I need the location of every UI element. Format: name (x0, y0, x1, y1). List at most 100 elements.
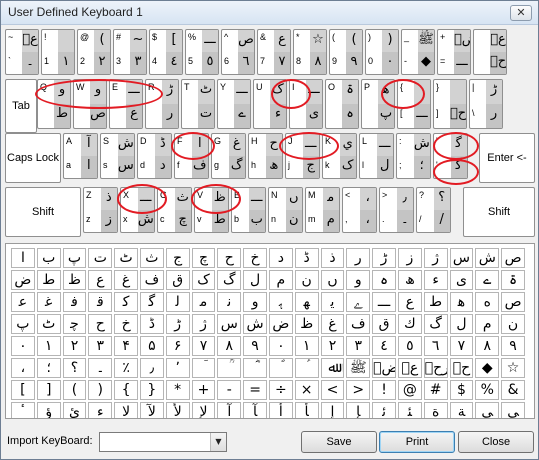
palette-cell[interactable]: ﮨ (268, 292, 293, 312)
palette-cell[interactable]: ؟ (62, 358, 87, 378)
palette-cell[interactable]: ٬ (165, 358, 190, 378)
key-row4-9[interactable]: ? ؟ / / (416, 187, 451, 233)
key-row3-2[interactable]: Dڈdد (137, 133, 172, 179)
palette-cell[interactable]: ۔ (88, 358, 113, 378)
palette-cell[interactable]: ٦ (423, 336, 448, 356)
palette-cell[interactable]: × (294, 380, 319, 400)
key-row4-7[interactable]: < ،, ، (342, 187, 377, 233)
palette-cell[interactable]: ٥ (397, 336, 422, 356)
palette-cell[interactable]: ی (449, 270, 474, 290)
palette-cell[interactable]: > (346, 380, 371, 400)
close-button[interactable]: Close (458, 431, 534, 453)
key-row4-6[interactable]: Mﻣmم (305, 187, 340, 233)
palette-cell[interactable]: ث (139, 248, 164, 268)
palette-cell[interactable]: ﷲ (320, 358, 345, 378)
palette-cell[interactable]: ( (62, 380, 87, 400)
palette-cell[interactable]: ﮒ (423, 314, 448, 334)
palette-cell[interactable]: رضؔ (372, 358, 396, 378)
palette-cell[interactable]: ﺋ (372, 402, 396, 418)
palette-cell[interactable]: ﯾ (320, 292, 345, 312)
palette-cell[interactable]: ق (165, 270, 190, 290)
palette-cell[interactable]: ﻰ (475, 402, 500, 418)
palette-cell[interactable]: ٨ (475, 336, 500, 356)
palette-cell[interactable]: ذ (320, 248, 345, 268)
palette-cell[interactable]: و (346, 270, 371, 290)
palette-cell[interactable]: ا (11, 248, 35, 268)
palette-cell[interactable]: س (449, 248, 474, 268)
palette-cell[interactable]: ﻏ (36, 292, 61, 312)
palette-cell[interactable]: { (114, 380, 138, 400)
palette-cell[interactable]: @ (397, 380, 422, 400)
palette-cell[interactable]: حؒ (449, 358, 474, 378)
palette-cell[interactable]: ﻑ (346, 314, 371, 334)
palette-cell[interactable]: ﻅ (294, 314, 319, 334)
palette-cell[interactable]: ☆ (501, 358, 525, 378)
key-row2-11[interactable]: }] حؒ (433, 79, 467, 129)
palette-cell[interactable]: ٴ (11, 402, 35, 418)
palette-cell[interactable]: ﻲ (501, 402, 525, 418)
palette-cell[interactable]: ﻹ (191, 402, 216, 418)
palette-cell[interactable]: ۳ (88, 336, 113, 356)
palette-cell[interactable]: د (268, 248, 293, 268)
palette-cell[interactable]: ﻝ (449, 314, 474, 334)
palette-cell[interactable]: ﮈ (139, 314, 164, 334)
palette-cell[interactable]: ک (191, 270, 216, 290)
palette-cell[interactable]: ﺹ (501, 292, 525, 312)
key-row1-7[interactable]: & ع 7 ٧ (257, 29, 291, 75)
palette-cell[interactable]: ﺱ (217, 314, 242, 334)
palette-cell[interactable]: ﺄ (294, 402, 319, 418)
palette-cell[interactable]: ٩ (501, 336, 525, 356)
palette-cell[interactable]: ف (139, 270, 164, 290)
palette-cell[interactable]: ﻙ (397, 314, 422, 334)
key-row1-8[interactable]: * ☆ 8 ٨ (293, 29, 327, 75)
palette-cell[interactable]: ڑ (372, 248, 396, 268)
palette-cell[interactable]: م (268, 270, 293, 290)
palette-cell[interactable]: ۃ (501, 270, 525, 290)
key-row1-2[interactable]: @ (2 ٢ (77, 29, 111, 75)
palette-cell[interactable]: ٢ (320, 336, 345, 356)
key-row1-12[interactable]: + رضؔ = ـــ (437, 29, 471, 75)
palette-cell[interactable]: ٤ (372, 336, 396, 356)
palette-cell[interactable]: ﻷ (165, 402, 190, 418)
palette-cell[interactable]: ـــ (372, 292, 396, 312)
palette-cell[interactable]: ﺔ (449, 402, 474, 418)
palette-cell[interactable]: ؐ (268, 358, 293, 378)
palette-cell[interactable]: ص (501, 248, 525, 268)
palette-cell[interactable]: < (320, 380, 345, 400)
palette-cell[interactable]: ﺂ (243, 402, 267, 418)
palette-cell[interactable]: ﻋ (11, 292, 35, 312)
palette-cell[interactable]: ﻕ (372, 314, 396, 334)
palette-cell[interactable]: ج (165, 248, 190, 268)
palette-cell[interactable]: } (139, 380, 164, 400)
palette-cell[interactable]: ہ (372, 270, 396, 290)
palette-cell[interactable]: ﻓ (62, 292, 87, 312)
key-row1-10[interactable]: )) 0 ٠ (365, 29, 399, 75)
palette-cell[interactable]: ڈ (294, 248, 319, 268)
key-row2-5[interactable]: Y ـــ ے (217, 79, 251, 129)
palette-cell[interactable]: ط (36, 270, 61, 290)
palette-cell[interactable]: ﺈ (346, 402, 371, 418)
palette-cell[interactable]: ٹ (114, 248, 138, 268)
enter-key[interactable]: Enter <- (479, 133, 535, 183)
palette-cell[interactable]: ﮐ (114, 292, 138, 312)
palette-cell[interactable]: ۶ (165, 336, 190, 356)
palette-cell[interactable]: ؒ (217, 358, 242, 378)
key-row3-1[interactable]: Sشsس (100, 133, 135, 179)
palette-cell[interactable]: ﻧ (217, 292, 242, 312)
palette-cell[interactable]: ﮔ (139, 292, 164, 312)
palette-cell[interactable]: ٠ (268, 336, 293, 356)
palette-cell[interactable]: ﺃ (268, 402, 293, 418)
palette-cell[interactable]: ؔ (191, 358, 216, 378)
palette-cell[interactable]: ح (217, 248, 242, 268)
palette-cell[interactable]: % (475, 380, 500, 400)
palette-cell[interactable]: ۱ (36, 336, 61, 356)
key-row2-8[interactable]: Oۃہ (325, 79, 359, 129)
palette-cell[interactable]: ۵ (139, 336, 164, 356)
palette-cell[interactable]: پ (62, 248, 87, 268)
palette-cell[interactable]: ؛ (36, 358, 61, 378)
palette-cell[interactable]: ﺌ (397, 402, 422, 418)
palette-cell[interactable]: ﷺ (346, 358, 371, 378)
palette-cell[interactable]: ﻡ (475, 314, 500, 334)
palette-cell[interactable]: ژ (423, 248, 448, 268)
palette-cell[interactable]: رحؔ (423, 358, 448, 378)
